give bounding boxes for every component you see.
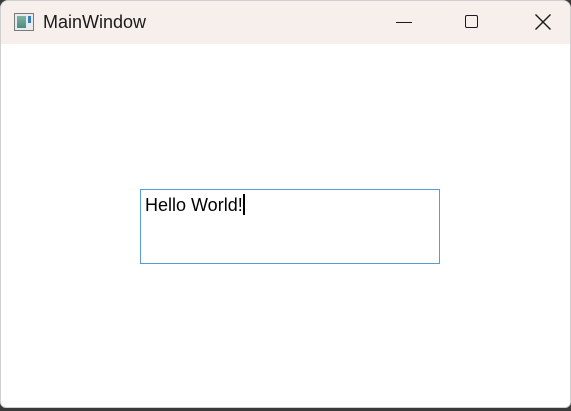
app-icon-pane bbox=[17, 16, 26, 28]
close-icon bbox=[535, 14, 551, 30]
window-title: MainWindow bbox=[43, 12, 147, 32]
close-button[interactable] bbox=[506, 1, 570, 44]
minimize-button[interactable] bbox=[368, 1, 438, 44]
text-input-value: Hello World! bbox=[145, 195, 243, 215]
title-bar[interactable]: MainWindow bbox=[1, 1, 570, 44]
minimize-icon bbox=[396, 22, 412, 23]
maximize-button[interactable] bbox=[436, 1, 506, 44]
main-window: MainWindow Hello World! bbox=[0, 0, 571, 408]
maximize-icon bbox=[465, 15, 478, 28]
text-input[interactable]: Hello World! bbox=[140, 189, 440, 264]
app-icon[interactable] bbox=[14, 13, 34, 31]
window-client-area: Hello World! bbox=[1, 44, 570, 407]
text-caret bbox=[242, 194, 245, 215]
app-icon-bar bbox=[28, 16, 31, 23]
